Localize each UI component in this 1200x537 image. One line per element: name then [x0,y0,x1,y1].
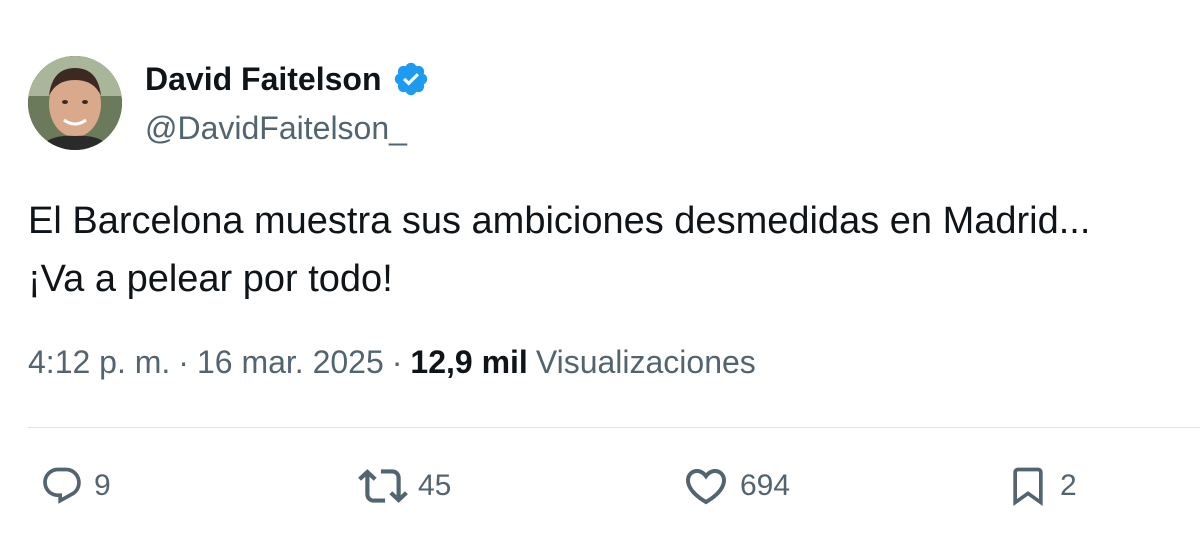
tweet-text: El Barcelona muestra sus ambiciones desm… [28,192,1200,308]
tweet-time[interactable]: 4:12 p. m. [28,344,170,381]
verified-badge-icon [394,62,427,96]
bookmark-icon [1013,467,1043,507]
tweet-card: David Faitelson @DavidFaitelson_ El Barc… [0,0,1200,537]
bookmark-button[interactable]: 2 [1006,458,1077,514]
retweet-icon [358,469,408,503]
tweet-text-line: El Barcelona muestra sus ambiciones desm… [28,200,1091,242]
bookmark-count: 2 [1060,469,1077,502]
author-handle[interactable]: @DavidFaitelson_ [145,110,407,147]
retweet-button[interactable]: 45 [358,458,451,514]
heart-icon [685,469,727,505]
avatar-photo-icon [28,56,122,150]
tweet-text-line: ¡Va a pelear por todo! [28,258,393,300]
retweet-count: 45 [418,469,452,502]
avatar[interactable] [28,56,122,150]
meta-separator: · [178,344,189,380]
like-count: 694 [740,469,791,502]
like-button[interactable]: 694 [682,458,790,514]
views-count: 12,9 mil [410,344,528,380]
action-bar: 9 45 694 2 [0,458,1200,514]
display-name[interactable]: David Faitelson [145,61,382,98]
views-label: Visualizaciones [535,344,756,380]
tweet-date[interactable]: 16 mar. 2025 [197,344,384,381]
reply-button[interactable]: 9 [40,458,111,514]
author-name-row: David Faitelson [145,60,430,98]
meta-separator: · [391,344,403,380]
reply-count: 9 [94,469,111,502]
reply-icon [43,467,81,504]
divider [28,427,1200,428]
tweet-meta: 4:12 p. m. · 16 mar. 2025 · 12,9 mil Vis… [28,344,756,381]
